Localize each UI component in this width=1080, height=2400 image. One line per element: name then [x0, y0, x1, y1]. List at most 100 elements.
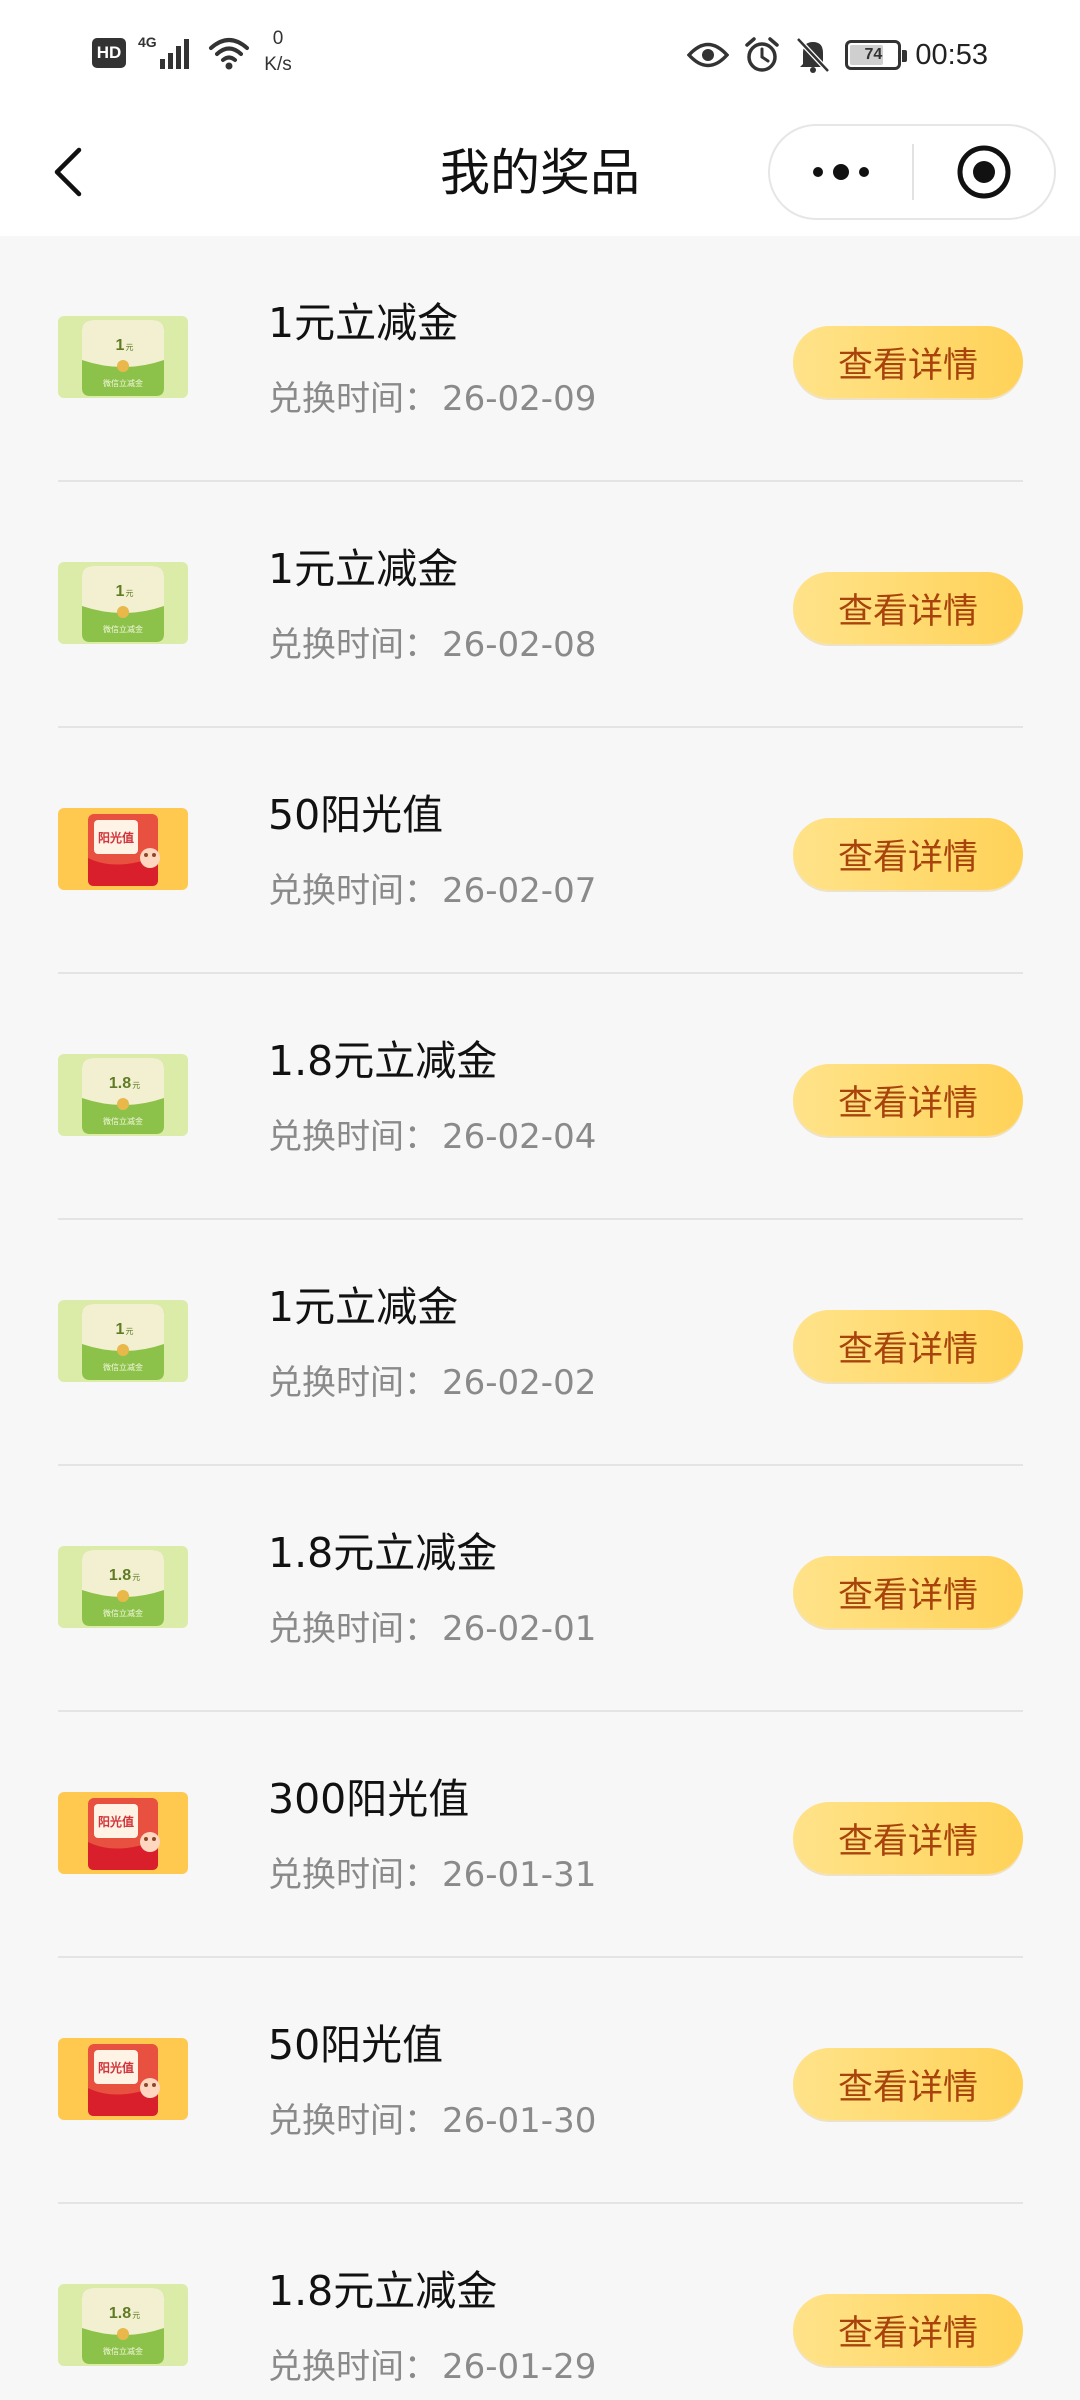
alarm-icon — [745, 37, 780, 72]
view-details-button[interactable]: 查看详情 — [793, 1556, 1023, 1628]
coupon-amount: 1.8 — [109, 1567, 131, 1584]
view-details-button[interactable]: 查看详情 — [793, 2048, 1023, 2120]
coupon-amount: 1 — [116, 583, 125, 600]
redeem-time-value: 26-02-02 — [442, 1363, 597, 1403]
miniprogram-capsule — [768, 124, 1056, 220]
redeem-time-label: 兑换时间： — [268, 2347, 438, 2387]
coupon-unit: 元 — [126, 1327, 134, 1336]
prize-name: 50阳光值 — [268, 791, 444, 839]
prize-name: 1.8元立减金 — [268, 1529, 498, 1577]
prize-item: 1.8 元 微信立减金 1.8元立减金兑换时间： 26-01-29 查看详情 — [58, 2204, 1023, 2400]
coupon-unit: 元 — [126, 343, 134, 352]
prize-item: 阳光值 300阳光值兑换时间： 26-01-31 查看详情 — [58, 1712, 1023, 1958]
more-button[interactable] — [770, 126, 912, 218]
redeem-time-value: 26-02-01 — [442, 1609, 597, 1649]
battery-indicator: 74 — [845, 40, 908, 70]
prize-name: 1元立减金 — [268, 299, 459, 347]
redeem-time: 兑换时间： 26-02-07 — [268, 868, 596, 914]
coupon-thumbnail: 1.8 元 微信立减金 — [58, 1054, 188, 1136]
nav-bar: 我的奖品 — [0, 110, 1080, 236]
network-speed: 0 K/s — [258, 26, 298, 78]
battery-level: 74 — [864, 46, 883, 63]
redeem-time-label: 兑换时间： — [268, 379, 438, 419]
view-details-button[interactable]: 查看详情 — [793, 1064, 1023, 1136]
network-speed-unit: K/s — [264, 54, 292, 75]
sunshine-thumbnail: 阳光值 — [58, 2038, 188, 2120]
status-time: 00:53 — [915, 38, 988, 71]
redeem-time: 兑换时间： 26-01-30 — [268, 2098, 596, 2144]
prize-name: 300阳光值 — [268, 1775, 470, 1823]
wechat-coupon-icon: 1.8 元 微信立减金 — [58, 2284, 188, 2366]
prize-item: 1.8 元 微信立减金 1.8元立减金兑换时间： 26-02-01 查看详情 — [58, 1466, 1023, 1712]
prize-item: 1 元 微信立减金 1元立减金兑换时间： 26-02-02 查看详情 — [58, 1220, 1023, 1466]
hd-badge: HD — [92, 38, 126, 68]
network-speed-value: 0 — [272, 28, 284, 49]
prize-item: 1 元 微信立减金 1元立减金兑换时间： 26-02-09 查看详情 — [58, 236, 1023, 482]
coupon-caption: 微信立减金 — [103, 378, 143, 388]
prize-name: 1.8元立减金 — [268, 1037, 498, 1085]
sunshine-thumbnail: 阳光值 — [58, 808, 188, 890]
sunshine-caption: 阳光值 — [98, 1814, 134, 1829]
coupon-amount: 1 — [116, 337, 125, 354]
prize-name: 1元立减金 — [268, 1283, 459, 1331]
prize-name: 50阳光值 — [268, 2021, 444, 2069]
wechat-coupon-icon: 1 元 微信立减金 — [58, 316, 188, 398]
coupon-amount: 1.8 — [109, 1075, 131, 1092]
coupon-thumbnail: 1 元 微信立减金 — [58, 1300, 188, 1382]
network-type-label: 4G — [138, 34, 157, 50]
sunshine-red-packet-icon: 阳光值 — [58, 808, 188, 890]
sunshine-caption: 阳光值 — [98, 2060, 134, 2075]
redeem-time: 兑换时间： 26-02-01 — [268, 1606, 596, 1652]
coupon-caption: 微信立减金 — [103, 1116, 143, 1126]
wechat-coupon-icon: 1 元 微信立减金 — [58, 562, 188, 644]
coupon-caption: 微信立减金 — [103, 2346, 143, 2356]
target-close-icon — [957, 145, 1011, 199]
coupon-amount: 1 — [116, 1321, 125, 1338]
redeem-time-value: 26-01-31 — [442, 1855, 597, 1895]
sunshine-caption: 阳光值 — [98, 830, 134, 845]
coupon-thumbnail: 1.8 元 微信立减金 — [58, 2284, 188, 2366]
redeem-time-value: 26-01-29 — [442, 2347, 597, 2387]
redeem-time-label: 兑换时间： — [268, 625, 438, 665]
redeem-time: 兑换时间： 26-02-09 — [268, 376, 596, 422]
wechat-coupon-icon: 1 元 微信立减金 — [58, 1300, 188, 1382]
coupon-thumbnail: 1 元 微信立减金 — [58, 316, 188, 398]
sunshine-red-packet-icon: 阳光值 — [58, 1792, 188, 1874]
redeem-time-label: 兑换时间： — [268, 1609, 438, 1649]
coupon-amount: 1.8 — [109, 2305, 131, 2322]
redeem-time-label: 兑换时间： — [268, 1117, 438, 1157]
coupon-caption: 微信立减金 — [103, 624, 143, 634]
redeem-time: 兑换时间： 26-02-02 — [268, 1360, 596, 1406]
redeem-time-label: 兑换时间： — [268, 871, 438, 911]
close-miniprogram-button[interactable] — [914, 126, 1054, 218]
view-details-button[interactable]: 查看详情 — [793, 1310, 1023, 1382]
coupon-caption: 微信立减金 — [103, 1608, 143, 1618]
coupon-thumbnail: 1 元 微信立减金 — [58, 562, 188, 644]
view-details-button[interactable]: 查看详情 — [793, 818, 1023, 890]
prize-item: 阳光值 50阳光值兑换时间： 26-02-07 查看详情 — [58, 728, 1023, 974]
wechat-coupon-icon: 1.8 元 微信立减金 — [58, 1054, 188, 1136]
redeem-time-label: 兑换时间： — [268, 1363, 438, 1403]
prize-name: 1元立减金 — [268, 545, 459, 593]
view-details-button[interactable]: 查看详情 — [793, 572, 1023, 644]
redeem-time: 兑换时间： 26-01-29 — [268, 2344, 596, 2390]
redeem-time-label: 兑换时间： — [268, 2101, 438, 2141]
coupon-unit: 元 — [132, 1081, 140, 1090]
coupon-unit: 元 — [132, 1573, 140, 1582]
redeem-time: 兑换时间： 26-01-31 — [268, 1852, 596, 1898]
prize-item: 阳光值 50阳光值兑换时间： 26-01-30 查看详情 — [58, 1958, 1023, 2204]
redeem-time-value: 26-02-08 — [442, 625, 597, 665]
sunshine-red-packet-icon: 阳光值 — [58, 2038, 188, 2120]
prize-name: 1.8元立减金 — [268, 2267, 498, 2315]
coupon-unit: 元 — [132, 2311, 140, 2320]
wifi-icon — [209, 38, 249, 70]
view-details-button[interactable]: 查看详情 — [793, 2294, 1023, 2366]
redeem-time-label: 兑换时间： — [268, 1855, 438, 1895]
view-details-button[interactable]: 查看详情 — [793, 326, 1023, 398]
eye-icon — [687, 42, 730, 68]
more-dots-icon — [813, 164, 869, 180]
view-details-button[interactable]: 查看详情 — [793, 1802, 1023, 1874]
status-bar: HD 4G 0 K/s 74 00:53 — [0, 0, 1080, 110]
redeem-time-value: 26-02-07 — [442, 871, 597, 911]
redeem-time-value: 26-02-09 — [442, 379, 597, 419]
